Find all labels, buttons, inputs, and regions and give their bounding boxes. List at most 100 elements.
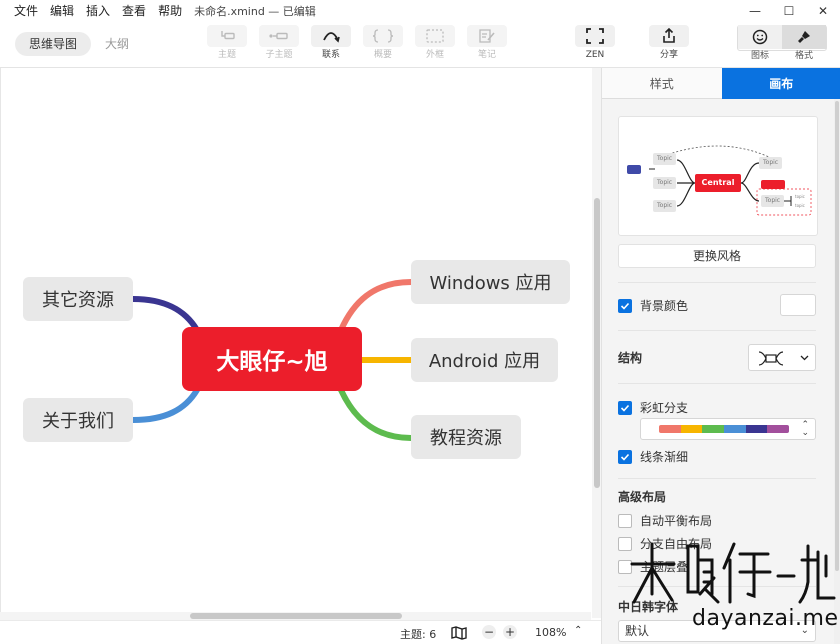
rainbow-swatch [745,425,768,433]
mindmap-canvas[interactable]: 大眼仔~旭 Windows 应用 Android 应用 教程资源 其它资源 关于… [0,68,601,618]
map-icon[interactable] [451,626,467,643]
preview-subtopic-1: topic [795,194,805,199]
topic-label: 主题 [217,50,236,60]
tab-mindmap[interactable]: 思维导图 [15,32,92,56]
close-button[interactable]: ✕ [806,0,840,22]
check-icon[interactable] [618,298,632,313]
note-icon [467,25,507,47]
rainbow-swatch [680,425,703,433]
preview-central: Central [695,174,741,192]
topic-tutorial[interactable]: 教程资源 [411,415,521,459]
structure-label: 结构 [618,351,643,365]
relationship-icon [311,25,351,47]
canvas-horizontal-scrollbar[interactable] [0,612,591,620]
topic-android[interactable]: Android 应用 [411,338,558,382]
central-topic[interactable]: 大眼仔~旭 [182,327,362,391]
boundary-icon [415,25,455,47]
document-title: 未命名.xmind — 已编辑 [194,5,316,18]
free-position-row[interactable]: 分支自由布局 [618,535,712,552]
format-panel-button[interactable]: 格式 [782,25,826,61]
branch-windows [338,279,414,333]
menu-help[interactable]: 帮助 [152,0,188,22]
window-controls: — ☐ ✕ [738,0,840,22]
topic-about-us[interactable]: 关于我们 [23,398,133,442]
overlap-row[interactable]: 主题层叠 [618,558,688,575]
cjk-font-value: 默认 [625,624,650,638]
rainbow-color-select[interactable]: ⌃ ⌄ [640,418,816,440]
note-button[interactable]: 笔记 [465,25,509,60]
advanced-layout-label: 高级布局 [618,490,667,504]
summary-label: 概要 [373,50,392,60]
topic-button[interactable]: 主题 [205,25,249,60]
check-icon[interactable] [618,400,632,415]
background-color-swatch[interactable] [780,294,816,316]
background-color-row[interactable]: 背景颜色 [618,297,688,314]
panel-scrollbar[interactable] [834,99,840,644]
share-icon [649,25,689,47]
auto-balance-row[interactable]: 自动平衡布局 [618,512,712,529]
checkbox[interactable] [618,513,632,528]
note-label: 笔记 [477,50,496,60]
check-icon[interactable] [618,449,632,464]
branch-other [130,296,200,333]
summary-icon [363,25,403,47]
menu-insert[interactable]: 插入 [80,0,116,22]
subtopic-button[interactable]: 子主题 [257,25,301,60]
fullscreen-icon [575,25,615,47]
boundary-label: 外框 [425,50,444,60]
free-position-label: 分支自由布局 [640,537,713,551]
divider [618,282,816,283]
menu-bar: 文件 编辑 插入 查看 帮助 未命名.xmind — 已编辑 — ☐ ✕ [0,0,840,22]
overlap-label: 主题层叠 [640,560,689,574]
canvas-vertical-scrollbar[interactable] [592,68,601,618]
topic-icon [207,25,247,47]
tab-canvas[interactable]: 画布 [721,68,840,99]
subtopic-label: 子主题 [265,50,293,60]
rainbow-swatch [702,425,725,433]
branch-about [130,387,200,423]
change-style-button[interactable]: 更换风格 [618,244,816,268]
zoom-stepper-icon[interactable]: ⌃ [574,625,582,636]
menu-view[interactable]: 查看 [116,0,152,22]
topic-other-resources[interactable]: 其它资源 [23,277,133,321]
menu-edit[interactable]: 编辑 [44,0,80,22]
vertical-scroll-thumb[interactable] [594,198,600,488]
theme-preview[interactable]: Topic Topic Topic Central Topic Topic to… [618,116,818,236]
preview-topic-3: Topic [653,200,677,212]
toolbar: 思维导图 大纲 主题 子主题 联系 概要 外框 笔记 ZEN 分享 图标 格式 [0,22,840,68]
divider [618,478,816,479]
zoom-in-button[interactable]: + [503,625,517,639]
brush-icon [782,25,826,49]
checkbox[interactable] [618,559,632,574]
preview-summary [761,180,785,189]
zoom-out-button[interactable]: − [482,625,496,639]
tab-outline[interactable]: 大纲 [91,32,143,56]
summary-button[interactable]: 概要 [361,25,405,60]
boundary-button[interactable]: 外框 [413,25,457,60]
share-button[interactable]: 分享 [647,25,691,60]
minimize-button[interactable]: — [738,0,772,22]
rainbow-branch-row[interactable]: 彩虹分支 [618,399,688,416]
rainbow-strip [659,425,789,433]
panel-scroll-thumb[interactable] [835,101,839,571]
maximize-button[interactable]: ☐ [772,0,806,22]
subtopic-icon [259,25,299,47]
topic-windows[interactable]: Windows 应用 [411,260,570,304]
checkbox[interactable] [618,536,632,551]
preview-floating-topic [627,165,641,174]
relationship-button[interactable]: 联系 [309,25,353,60]
background-color-label: 背景颜色 [640,299,689,313]
structure-select[interactable] [748,344,816,371]
zoom-level[interactable]: 108% [535,626,566,639]
zen-button[interactable]: ZEN [573,25,617,60]
tab-style[interactable]: 样式 [602,68,722,99]
icon-panel-button[interactable]: 图标 [738,25,782,61]
zen-label: ZEN [585,50,605,60]
tapered-lines-row[interactable]: 线条渐细 [618,448,688,465]
horizontal-scroll-thumb[interactable] [190,613,402,619]
topic-count: 主题: 6 [400,628,437,641]
preview-subtopic-2: topic [795,203,805,208]
format-panel: 样式 画布 Topic Topic Topic Central Topic To… [601,68,840,644]
menu-file[interactable]: 文件 [0,0,44,22]
icon-panel-label: 图标 [750,51,769,61]
